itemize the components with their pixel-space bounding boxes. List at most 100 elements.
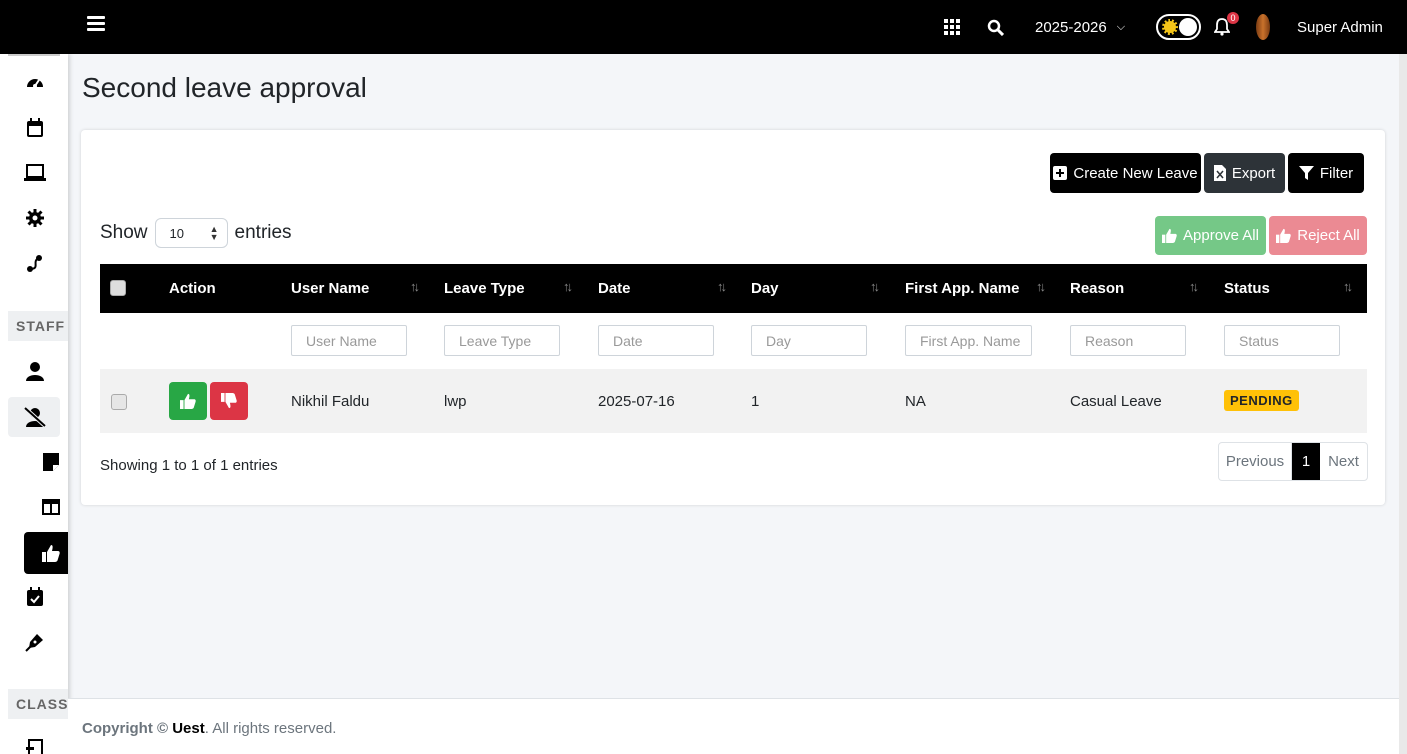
theme-toggle[interactable]: [1156, 0, 1201, 54]
thumbs-up-icon: [180, 393, 196, 409]
column-header-reason[interactable]: Reason: [1070, 264, 1124, 313]
entries-length-control: Show 10 ▲ ▼ entries: [100, 218, 292, 248]
entries-per-page-value: 10: [169, 225, 184, 241]
academic-year-select[interactable]: 2025-2026 ⌵: [1035, 0, 1125, 54]
pagination: Previous 1 Next: [1218, 442, 1368, 481]
cell-user-name: Nikhil Faldu: [291, 392, 370, 410]
pen-nib-icon[interactable]: [24, 631, 46, 653]
export-label: Export: [1231, 164, 1276, 182]
reject-leave-button[interactable]: [210, 382, 248, 420]
reject-all-label: Reject All: [1297, 227, 1360, 244]
cell-day: 1: [751, 392, 760, 410]
excel-file-icon: [1213, 165, 1226, 181]
approve-all-label: Approve All: [1183, 227, 1259, 244]
dashboard-gauge-icon[interactable]: [24, 72, 46, 94]
sort-arrows-icon[interactable]: ↑↓: [410, 279, 420, 294]
cell-first-app-name: NA: [905, 392, 926, 410]
sidebar-section-staff: STAFF: [8, 311, 68, 341]
thumbs-up-icon: [1162, 228, 1177, 243]
thumbs-up-icon: [1276, 228, 1291, 243]
date-filter-input[interactable]: Date: [598, 325, 714, 356]
column-header-status[interactable]: Status: [1224, 264, 1270, 313]
hamburger-menu-icon[interactable]: [87, 16, 105, 34]
thumbs-down-icon: [221, 393, 237, 409]
vertical-scrollbar[interactable]: [1399, 54, 1407, 754]
column-header-action: Action: [169, 280, 216, 297]
user-name-filter-input[interactable]: User Name: [291, 325, 407, 356]
calendar-check-icon[interactable]: [24, 586, 46, 608]
filter-button[interactable]: Filter: [1288, 153, 1364, 193]
create-new-leave-button[interactable]: Create New Leave: [1050, 153, 1201, 193]
entries-per-page-select[interactable]: 10 ▲ ▼: [154, 218, 228, 248]
notification-bell-icon[interactable]: 0: [1214, 0, 1239, 54]
status-filter-input[interactable]: Status: [1224, 325, 1340, 356]
table-columns-icon[interactable]: [40, 496, 62, 518]
apps-grid-icon[interactable]: [944, 0, 960, 54]
create-new-leave-label: Create New Leave: [1073, 164, 1198, 182]
sort-arrows-icon[interactable]: ↑↓: [1189, 279, 1199, 294]
column-header-day[interactable]: Day: [751, 264, 779, 313]
search-icon[interactable]: [987, 0, 1004, 54]
plus-square-icon: [1053, 166, 1068, 180]
leave-type-filter-input[interactable]: Leave Type: [444, 325, 560, 356]
gear-icon[interactable]: [24, 207, 46, 229]
footer-brand-link[interactable]: Uest: [172, 720, 205, 737]
sort-arrows-icon[interactable]: ↑↓: [717, 279, 727, 294]
pagination-previous[interactable]: Previous: [1219, 443, 1292, 480]
user-icon[interactable]: [24, 360, 46, 382]
cell-date: 2025-07-16: [598, 392, 675, 410]
day-filter-input[interactable]: Day: [751, 325, 867, 356]
pagination-next[interactable]: Next: [1320, 443, 1367, 480]
table-row: Nikhil Faldu lwp 2025-07-16 1 NA Casual …: [100, 369, 1367, 433]
approve-leave-button[interactable]: [169, 382, 207, 420]
leave-approval-card: Create New Leave Export Filter Show 10 ▲…: [81, 130, 1385, 505]
user-avatar[interactable]: [1256, 0, 1270, 54]
laptop-icon[interactable]: [24, 162, 46, 184]
sort-arrows-icon[interactable]: ↑↓: [1036, 279, 1046, 294]
entries-label: entries: [234, 222, 292, 243]
show-label: Show: [100, 222, 148, 243]
sidebar: STAFF CLASSWORK: [0, 54, 68, 754]
table-header: Action User Name ↑↓ Leave Type ↑↓ Date ↑…: [100, 264, 1367, 313]
row-select-checkbox[interactable]: [111, 394, 127, 410]
assignment-icon[interactable]: [24, 738, 46, 754]
academic-year-value: 2025-2026: [1035, 18, 1107, 36]
table-info: Showing 1 to 1 of 1 entries: [100, 457, 278, 474]
sort-arrows-icon[interactable]: ↑↓: [1343, 279, 1353, 294]
page-title: Second leave approval: [82, 72, 367, 103]
column-header-first-app-name[interactable]: First App. Name: [905, 264, 1019, 313]
column-header-date[interactable]: Date: [598, 264, 631, 313]
calendar-icon[interactable]: [24, 117, 46, 139]
funnel-icon: [1298, 165, 1314, 180]
column-header-leave-type[interactable]: Leave Type: [444, 264, 525, 313]
column-header-user-name[interactable]: User Name: [291, 264, 369, 313]
top-navbar: 2025-2026 ⌵ 0 Super Admin: [0, 0, 1407, 54]
export-button[interactable]: Export: [1204, 153, 1285, 193]
sort-arrows-icon[interactable]: ↑↓: [870, 279, 880, 294]
status-badge: PENDING: [1224, 390, 1299, 411]
column-filter-row: User Name Leave Type Date Day First App.…: [100, 313, 1367, 369]
copyright-prefix: Copyright ©: [82, 720, 169, 737]
thumbs-up-icon: [40, 542, 62, 564]
user-slash-icon[interactable]: [24, 406, 46, 428]
sidebar-section-classwork: CLASSWORK: [8, 689, 68, 719]
filter-label: Filter: [1319, 164, 1354, 182]
sort-arrows-icon[interactable]: ↑↓: [563, 279, 573, 294]
sun-icon: [1162, 19, 1178, 35]
route-icon[interactable]: [24, 252, 46, 274]
notification-count-badge: 0: [1227, 12, 1239, 24]
note-icon[interactable]: [40, 451, 62, 473]
select-all-checkbox[interactable]: [110, 280, 126, 296]
cell-leave-type: lwp: [444, 392, 467, 410]
cell-reason: Casual Leave: [1070, 392, 1162, 410]
chevron-down-icon: ⌵: [1116, 20, 1126, 33]
approve-all-button[interactable]: Approve All: [1155, 216, 1266, 255]
user-name[interactable]: Super Admin: [1297, 0, 1383, 54]
copyright-suffix: . All rights reserved.: [204, 720, 337, 737]
select-arrows-icon: ▲ ▼: [209, 224, 219, 242]
reject-all-button[interactable]: Reject All: [1269, 216, 1367, 255]
first-app-name-filter-input[interactable]: First App. Name: [905, 325, 1032, 356]
reason-filter-input[interactable]: Reason: [1070, 325, 1186, 356]
pagination-page-1[interactable]: 1: [1292, 443, 1320, 480]
footer: Copyright © Uest. All rights reserved.: [68, 698, 1399, 754]
